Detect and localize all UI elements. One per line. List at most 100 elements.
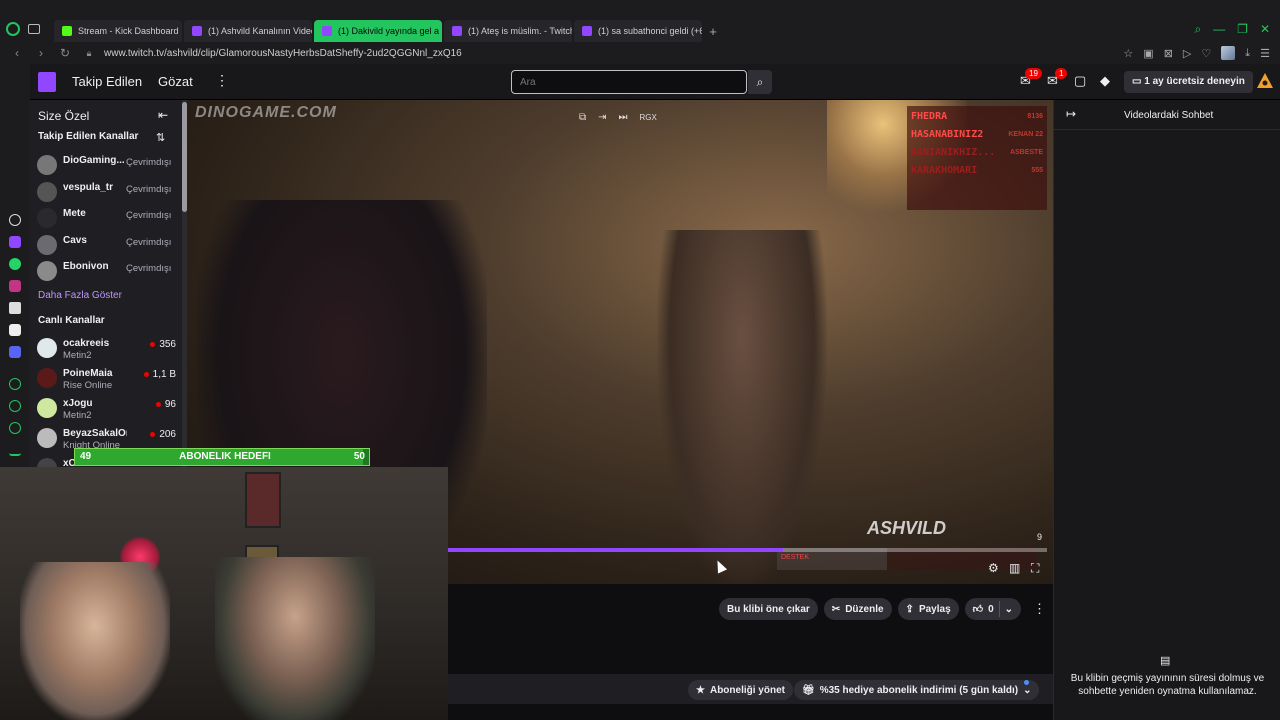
- chatgpt-icon[interactable]: [9, 214, 21, 226]
- channel-name: xJogu: [63, 398, 93, 409]
- avatar: [37, 182, 57, 202]
- tab-subathon[interactable]: (1) sa subathonci geldi (+6: [574, 20, 702, 42]
- sort-icon[interactable]: ⇅: [156, 131, 165, 144]
- new-tab-button[interactable]: +: [704, 22, 722, 40]
- leaderboard-name: RANIANIKHIZ...: [911, 147, 996, 158]
- url-field[interactable]: www.twitch.tv/ashvild/clip/GlamorousNast…: [104, 48, 462, 59]
- profile-avatar[interactable]: [1221, 46, 1236, 60]
- fullscreen-icon[interactable]: ⛶: [1031, 561, 1039, 576]
- clip-progress-bar[interactable]: [447, 548, 1047, 552]
- gift-sub-offer-label: %35 hediye abonelik indirimi (5 gün kald…: [819, 684, 1019, 696]
- followed-channel[interactable]: DioGaming... Çevrimdışı: [37, 152, 182, 178]
- share-button[interactable]: ⇪ Paylaş: [897, 598, 959, 620]
- play-icon[interactable]: ▷: [1183, 47, 1191, 60]
- leaderboard-row: [907, 194, 1047, 208]
- back-icon[interactable]: ‹: [10, 46, 24, 60]
- twitch-logo-icon[interactable]: [38, 72, 56, 92]
- tab-dakivild-clip[interactable]: (1) Dakivild yayında gel a: [314, 20, 442, 42]
- tool-label[interactable]: RGX: [640, 113, 657, 122]
- leaderboard-value: ASBESTE: [1009, 149, 1043, 156]
- bookmark-icon[interactable]: ☆: [1123, 47, 1133, 60]
- live-channel[interactable]: PoineMaia Rise Online 1,1 B: [37, 365, 182, 391]
- user-avatar[interactable]: [1256, 72, 1274, 90]
- followed-channel[interactable]: Mete Çevrimdışı: [37, 205, 182, 231]
- tab-strip: Stream - Kick Dashboard (1) Ashvild Kana…: [54, 20, 722, 42]
- heart-icon[interactable]: ♡: [1201, 47, 1211, 60]
- reload-icon[interactable]: ↻: [58, 46, 72, 60]
- avatar: [37, 368, 57, 388]
- collapse-sidebar-icon[interactable]: ⇤: [158, 108, 168, 122]
- more-icon[interactable]: ⋮: [215, 72, 229, 89]
- instagram-icon[interactable]: [9, 280, 21, 292]
- twitch-icon[interactable]: [9, 236, 21, 248]
- followed-channel[interactable]: vespula_tr Çevrimdışı: [37, 179, 182, 205]
- heart-icon[interactable]: [9, 400, 21, 412]
- live-channel[interactable]: ocakreeis Metin2 356: [37, 335, 182, 361]
- tab-ates-is-muslim[interactable]: (1) Ateş is müslim. - Twitch: [444, 20, 572, 42]
- whispers-icon[interactable]: ▢: [1074, 73, 1086, 89]
- browser-menu-icon[interactable]: ☰: [1260, 47, 1270, 60]
- followed-channel[interactable]: Cavs Çevrimdışı: [37, 232, 182, 258]
- edit-clip-button[interactable]: ✂ Düzenle: [823, 598, 892, 620]
- live-channel[interactable]: xJogu Metin2 96: [37, 395, 182, 421]
- notifications-badge: 19: [1025, 68, 1042, 79]
- prime-trial-label: 1 ay ücretsiz deneyin: [1144, 76, 1245, 87]
- theatre-mode-icon[interactable]: ▥: [1009, 561, 1020, 575]
- player-overlay-tools: ⧉ ⇥ ⏭ RGX: [579, 112, 657, 123]
- download-icon[interactable]: ⤓: [1245, 47, 1250, 60]
- more-options-icon[interactable]: ⋮: [1027, 601, 1052, 617]
- forward-icon[interactable]: ›: [34, 46, 48, 60]
- channel-status: Çevrimdışı: [126, 263, 172, 274]
- extension-icon[interactable]: ⊠: [1164, 47, 1173, 60]
- webcam-overlay: [0, 467, 448, 720]
- chevron-down-icon[interactable]: ⌄: [1005, 604, 1013, 615]
- feature-clip-button[interactable]: Bu klibi öne çıkar: [719, 598, 818, 620]
- manage-subscription-button[interactable]: ★ Aboneliği yönet: [688, 680, 793, 700]
- search-tabs-icon[interactable]: ⌕: [1194, 22, 1201, 37]
- star-icon: ★: [696, 684, 705, 696]
- goal-target: 50: [353, 451, 365, 462]
- download-icon[interactable]: [9, 444, 21, 456]
- leaderboard-row: [907, 180, 1047, 194]
- login-icon[interactable]: ⇥: [598, 112, 606, 123]
- tab-ashvild-videos[interactable]: (1) Ashvild Kanalının Video: [184, 20, 312, 42]
- channel-name: PoineMaia: [63, 368, 113, 379]
- history-icon[interactable]: [9, 422, 21, 434]
- tab-kick-dashboard[interactable]: Stream - Kick Dashboard: [54, 20, 182, 42]
- close-icon[interactable]: ✕: [1260, 22, 1270, 37]
- search-input[interactable]: [511, 70, 747, 94]
- discord-icon[interactable]: [9, 346, 21, 358]
- followed-channel[interactable]: Ebonivon Çevrimdışı: [37, 258, 182, 284]
- channel-name: BeyazSakalOnli...: [63, 428, 127, 439]
- like-button[interactable]: 👍︎ 0 ⌄: [964, 598, 1022, 620]
- skip-icon[interactable]: ⏭: [619, 112, 628, 123]
- maximize-icon[interactable]: ❐: [1237, 22, 1248, 37]
- nav-following[interactable]: Takip Edilen: [72, 74, 142, 89]
- nav-browse[interactable]: Gözat: [158, 74, 193, 89]
- bits-icon[interactable]: ◆: [1100, 73, 1110, 89]
- kick-icon: [62, 26, 72, 36]
- whatsapp-icon[interactable]: [9, 258, 21, 270]
- chat-title: Videolardaki Sohbet: [1124, 110, 1214, 121]
- subscription-goal: 49 ABONELIK HEDEFI 50: [74, 448, 370, 466]
- player-icon[interactable]: [9, 378, 21, 390]
- channel-game: Rise Online: [63, 380, 113, 391]
- collapse-chat-icon[interactable]: ↦: [1066, 107, 1076, 121]
- prime-trial-button[interactable]: ▭ 1 ay ücretsiz deneyin: [1124, 71, 1253, 93]
- minimize-icon[interactable]: —: [1213, 22, 1225, 37]
- channel-status: Çevrimdışı: [126, 157, 172, 168]
- avatar: [37, 398, 57, 418]
- settings-icon[interactable]: ⚙: [988, 561, 999, 575]
- clip-icon[interactable]: ⧉: [579, 112, 586, 123]
- show-more-link[interactable]: Daha Fazla Göster: [38, 290, 122, 301]
- search-button[interactable]: ⌕: [748, 70, 772, 94]
- avatar: [37, 261, 57, 281]
- screenshot-icon[interactable]: ▣: [1143, 47, 1153, 60]
- tiktok-icon[interactable]: [9, 302, 21, 314]
- x-icon[interactable]: [9, 324, 21, 336]
- gift-sub-offer-button[interactable]: 🎁︎ %35 hediye abonelik indirimi (5 gün k…: [794, 680, 1040, 700]
- tab-overview-icon[interactable]: [28, 24, 40, 34]
- twitch-icon: [582, 26, 592, 36]
- followed-channels-title: Takip Edilen Kanallar: [38, 131, 139, 142]
- browser-menu-icon[interactable]: [6, 22, 20, 36]
